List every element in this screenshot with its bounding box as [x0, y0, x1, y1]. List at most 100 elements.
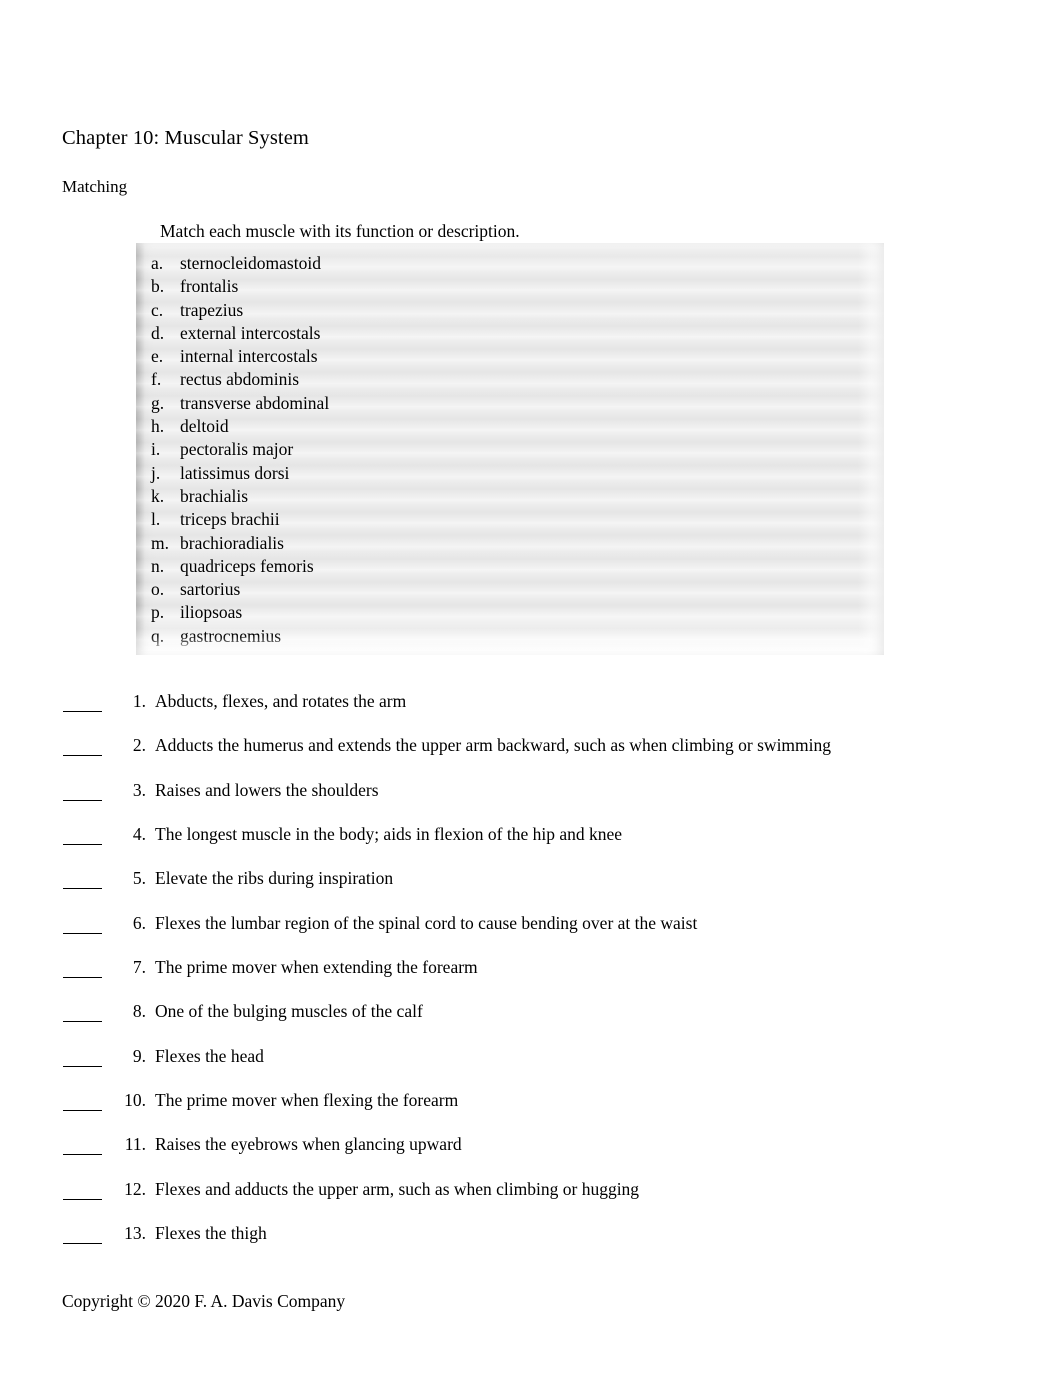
answer-blank-field[interactable]: [63, 1110, 102, 1112]
option-label: external intercostals: [180, 322, 321, 343]
option-label: internal intercostals: [180, 346, 318, 367]
option-marker: g.: [151, 392, 165, 413]
option-item: p. iliopsoas: [136, 601, 884, 624]
question-number: 11.: [124, 1134, 146, 1155]
option-item: e. internal intercostals: [136, 345, 884, 368]
option-marker: f.: [151, 369, 162, 390]
option-marker: n.: [151, 555, 165, 576]
option-label: quadriceps femoris: [180, 555, 314, 576]
answer-blank-field[interactable]: [63, 799, 102, 801]
question-item: 4. The longest muscle in the body; aids i…: [0, 821, 1062, 865]
answer-blank-field[interactable]: [63, 1243, 102, 1245]
answer-blank-field[interactable]: [63, 844, 102, 846]
question-item: 7. The prime mover when extending the for…: [0, 954, 1062, 998]
option-item: g. transverse abdominal: [136, 392, 884, 415]
question-text: Flexes the lumbar region of the spinal c…: [155, 912, 698, 933]
question-text: The prime mover when flexing the forearm: [155, 1090, 459, 1111]
question-item: 12. Flexes and adducts the upper arm, suc…: [0, 1176, 1062, 1220]
option-marker: o.: [151, 579, 165, 600]
option-label: brachialis: [180, 485, 249, 506]
question-number: 13.: [124, 1223, 146, 1244]
option-marker: q.: [151, 625, 165, 646]
option-marker: a.: [151, 253, 164, 273]
answer-blank-field[interactable]: [63, 755, 102, 757]
option-item: b. frontalis: [136, 275, 884, 298]
question-item: 13. Flexes the thigh: [0, 1220, 1062, 1264]
question-number: 9.: [132, 1045, 146, 1066]
answer-blank-field[interactable]: [63, 711, 102, 712]
question-number: 5.: [132, 868, 146, 889]
option-item: h. deltoid: [136, 415, 884, 438]
option-label: trapezius: [180, 299, 244, 320]
question-text: Flexes the thigh: [155, 1223, 267, 1244]
option-item: n. quadriceps femoris: [136, 555, 884, 578]
option-marker: b.: [151, 276, 165, 297]
question-text: Flexes and adducts the upper arm, such a…: [155, 1178, 640, 1199]
page-title: Chapter 10: Muscular System: [62, 127, 309, 149]
answer-blank-field[interactable]: [63, 888, 102, 890]
question-text: Flexes the head: [155, 1045, 264, 1066]
question-item: 1. Abducts, flexes, and rotates the arm: [0, 688, 1062, 732]
answer-blank-field[interactable]: [63, 1065, 102, 1067]
option-item: f. rectus abdominis: [136, 368, 884, 391]
question-text: The longest muscle in the body; aids in …: [155, 824, 623, 845]
option-item: l. triceps brachii: [136, 508, 884, 531]
question-item: 5. Elevate the ribs during inspiration: [0, 865, 1062, 909]
question-number: 7.: [132, 957, 146, 978]
question-item: 9. Flexes the head: [0, 1043, 1062, 1087]
option-label: rectus abdominis: [180, 369, 300, 390]
muscle-options-list: a. sternocleidomastoid b. frontalis c. trapez…: [136, 243, 884, 648]
option-marker: l.: [151, 509, 161, 530]
option-label: transverse abdominal: [180, 392, 330, 413]
option-marker: i.: [151, 439, 161, 460]
option-label: gastrocnemius: [180, 625, 282, 646]
option-label: pectoralis major: [180, 439, 294, 460]
question-item: 6. Flexes the lumbar region of the spinal…: [0, 910, 1062, 954]
question-text: Raises the eyebrows when glancing upward: [155, 1134, 462, 1155]
option-marker: p.: [151, 602, 165, 623]
option-label: deltoid: [180, 416, 229, 437]
option-marker: d.: [151, 322, 165, 343]
option-label: brachioradialis: [180, 532, 284, 553]
matching-instruction: Match each muscle with its function or d…: [160, 221, 520, 241]
option-item: i. pectoralis major: [136, 438, 884, 461]
question-number: 2.: [132, 735, 146, 756]
question-number: 8.: [132, 1001, 146, 1022]
question-number: 12.: [124, 1178, 146, 1199]
option-item: k. brachialis: [136, 485, 884, 508]
option-label: iliopsoas: [180, 602, 243, 623]
footer-copyright: Copyright © 2020 F. A. Davis Company: [62, 1291, 346, 1311]
document-page: Chapter 10: Muscular System Matching Mat…: [0, 0, 1062, 1377]
answer-blank-field[interactable]: [63, 1198, 102, 1200]
question-number: 10.: [124, 1090, 146, 1111]
option-item: c. trapezius: [136, 299, 884, 322]
matching-questions-list: 1. Abducts, flexes, and rotates the arm 2.…: [0, 688, 1062, 1264]
option-label: frontalis: [180, 276, 239, 297]
question-item: 11. Raises the eyebrows when glancing upw…: [0, 1131, 1062, 1175]
option-item: j. latissimus dorsi: [136, 462, 884, 485]
question-number: 3.: [132, 779, 146, 800]
question-number: 1.: [132, 691, 146, 711]
option-item: o. sartorius: [136, 578, 884, 601]
question-text: Adducts the humerus and extends the uppe…: [155, 735, 832, 756]
answer-blank-field[interactable]: [63, 1154, 102, 1156]
option-label: triceps brachii: [180, 509, 280, 530]
question-text: Raises and lowers the shoulders: [155, 779, 379, 800]
option-label: sternocleidomastoid: [180, 253, 321, 273]
option-marker: k.: [151, 485, 165, 506]
question-item: 8. One of the bulging muscles of the calf: [0, 998, 1062, 1042]
option-marker: m.: [151, 532, 169, 553]
option-marker: e.: [151, 346, 164, 367]
muscle-options-box: a. sternocleidomastoid b. frontalis c. trapez…: [136, 243, 884, 655]
answer-blank-field[interactable]: [63, 1021, 102, 1023]
question-number: 4.: [132, 824, 146, 845]
option-item: a. sternocleidomastoid: [136, 252, 884, 275]
question-text: Abducts, flexes, and rotates the arm: [155, 691, 407, 711]
answer-blank-field[interactable]: [63, 977, 102, 979]
option-label: sartorius: [180, 579, 241, 600]
answer-blank-field[interactable]: [63, 932, 102, 934]
question-number: 6.: [132, 912, 146, 933]
option-marker: c.: [151, 299, 164, 320]
option-label: latissimus dorsi: [180, 462, 290, 483]
option-marker: j.: [151, 462, 161, 483]
